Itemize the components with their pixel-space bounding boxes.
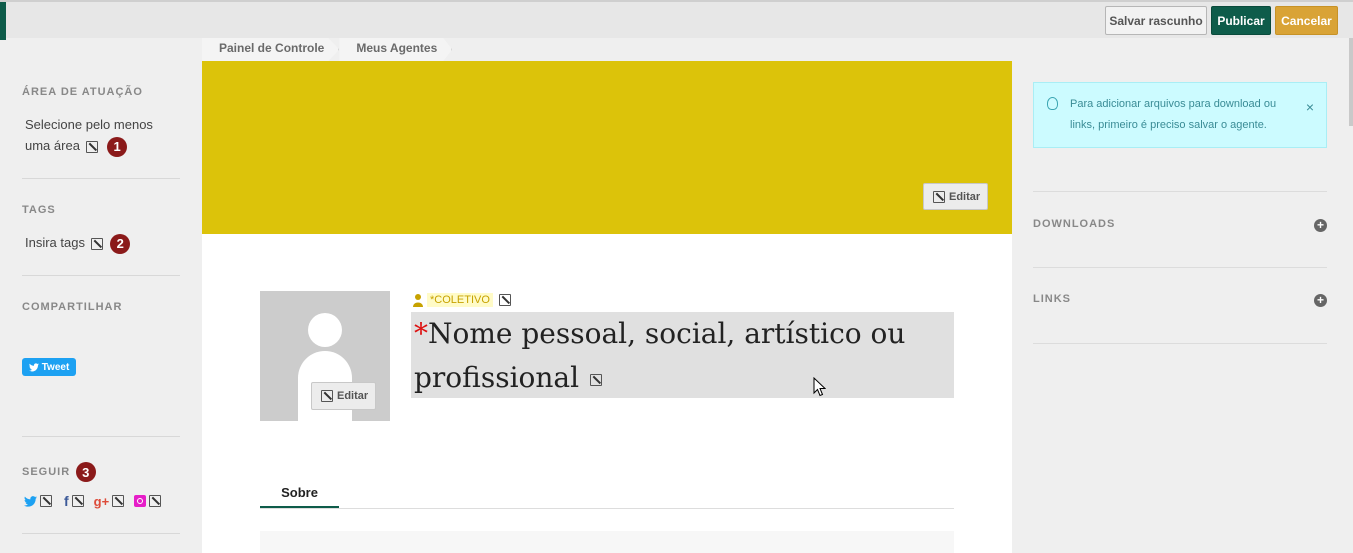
edit-icon[interactable]	[85, 140, 98, 153]
divider	[22, 436, 180, 437]
edit-cover-button[interactable]: Editar	[923, 183, 989, 210]
edit-cover-label: Editar	[949, 190, 981, 203]
edit-icon	[321, 390, 333, 402]
top-toolbar: Salvar rascunho Publicar Cancelar	[0, 0, 1353, 40]
edit-icon	[933, 190, 945, 203]
tab-divider	[260, 508, 954, 509]
main-content: Editar Editar *COLETIVO *Nome pessoal, s…	[202, 61, 1012, 553]
divider	[22, 275, 180, 276]
tags-field[interactable]: Insira tags 2	[25, 232, 131, 254]
divider	[1033, 343, 1327, 344]
social-links: f g+	[24, 493, 162, 509]
publish-button[interactable]: Publicar	[1211, 6, 1271, 35]
twitter-icon	[24, 495, 37, 507]
facebook-link[interactable]: f	[58, 493, 84, 509]
info-alert: Para adicionar arquivos para download ou…	[1033, 82, 1327, 148]
lightbulb-icon	[1047, 97, 1058, 110]
breadcrumb: Painel de Controle Meus Agentes	[202, 38, 453, 61]
breadcrumb-dashboard[interactable]: Painel de Controle	[202, 38, 340, 61]
follow-title: SEGUIR	[22, 466, 71, 478]
alert-text: Para adicionar arquivos para download ou…	[1070, 98, 1277, 131]
divider	[1033, 191, 1327, 192]
required-mark: *	[414, 317, 428, 350]
twitter-icon	[28, 362, 39, 371]
tags-placeholder: Insira tags	[25, 235, 85, 250]
edit-avatar-button[interactable]: Editar	[311, 382, 377, 410]
divider	[1033, 267, 1327, 268]
edit-icon[interactable]	[589, 373, 602, 386]
agent-name-field[interactable]: *Nome pessoal, social, artístico ou prof…	[411, 312, 954, 398]
agent-type[interactable]: *COLETIVO	[413, 290, 511, 310]
links-title: LINKS	[1033, 293, 1071, 305]
step-badge-1: 1	[107, 136, 128, 157]
edit-icon[interactable]	[498, 294, 511, 306]
avatar: Editar	[260, 291, 390, 421]
right-sidebar: Para adicionar arquivos para download ou…	[1012, 38, 1353, 553]
edit-icon[interactable]	[90, 237, 103, 250]
edit-icon[interactable]	[40, 495, 52, 507]
follow-header: SEGUIR 3	[22, 462, 97, 482]
breadcrumb-my-agents[interactable]: Meus Agentes	[339, 38, 453, 61]
add-link-icon[interactable]: +	[1314, 294, 1327, 307]
step-badge-3: 3	[76, 462, 97, 482]
cancel-button[interactable]: Cancelar	[1275, 6, 1338, 35]
avatar-head	[308, 313, 342, 347]
close-icon[interactable]: ×	[1306, 97, 1314, 118]
step-badge-2: 2	[110, 233, 131, 254]
tweet-label: Tweet	[41, 361, 70, 373]
twitter-link[interactable]	[24, 495, 52, 507]
scrollbar[interactable]	[1349, 38, 1353, 126]
instagram-icon	[134, 495, 147, 507]
downloads-title: DOWNLOADS	[1033, 218, 1116, 230]
accent-strip	[0, 2, 6, 40]
area-title: ÁREA DE ATUAÇÃO	[22, 86, 143, 98]
mouse-cursor-icon	[813, 377, 826, 397]
tweet-button[interactable]: Tweet	[22, 358, 76, 376]
left-sidebar: ÁREA DE ATUAÇÃO Selecione pelo menos uma…	[0, 38, 202, 553]
divider	[22, 533, 180, 534]
googleplus-icon: g+	[93, 493, 110, 509]
add-download-icon[interactable]: +	[1314, 219, 1327, 232]
tab-about[interactable]: Sobre	[260, 479, 339, 508]
tags-title: TAGS	[22, 204, 56, 216]
divider	[22, 178, 180, 179]
googleplus-link[interactable]: g+	[90, 494, 125, 509]
about-content	[260, 531, 954, 553]
agent-type-label: *COLETIVO	[427, 293, 493, 307]
edit-avatar-label: Editar	[337, 390, 369, 402]
area-field[interactable]: Selecione pelo menos uma área 1	[25, 114, 175, 157]
share-title: COMPARTILHAR	[22, 301, 123, 313]
facebook-icon: f	[64, 493, 69, 509]
edit-icon[interactable]	[149, 495, 162, 507]
agent-name-placeholder: Nome pessoal, social, artístico ou profi…	[414, 317, 906, 394]
edit-icon[interactable]	[71, 495, 84, 507]
instagram-link[interactable]	[130, 495, 162, 507]
edit-icon[interactable]	[112, 495, 125, 507]
person-icon	[413, 293, 423, 307]
save-draft-button[interactable]: Salvar rascunho	[1105, 6, 1207, 35]
cover-image: Editar	[202, 61, 1012, 234]
